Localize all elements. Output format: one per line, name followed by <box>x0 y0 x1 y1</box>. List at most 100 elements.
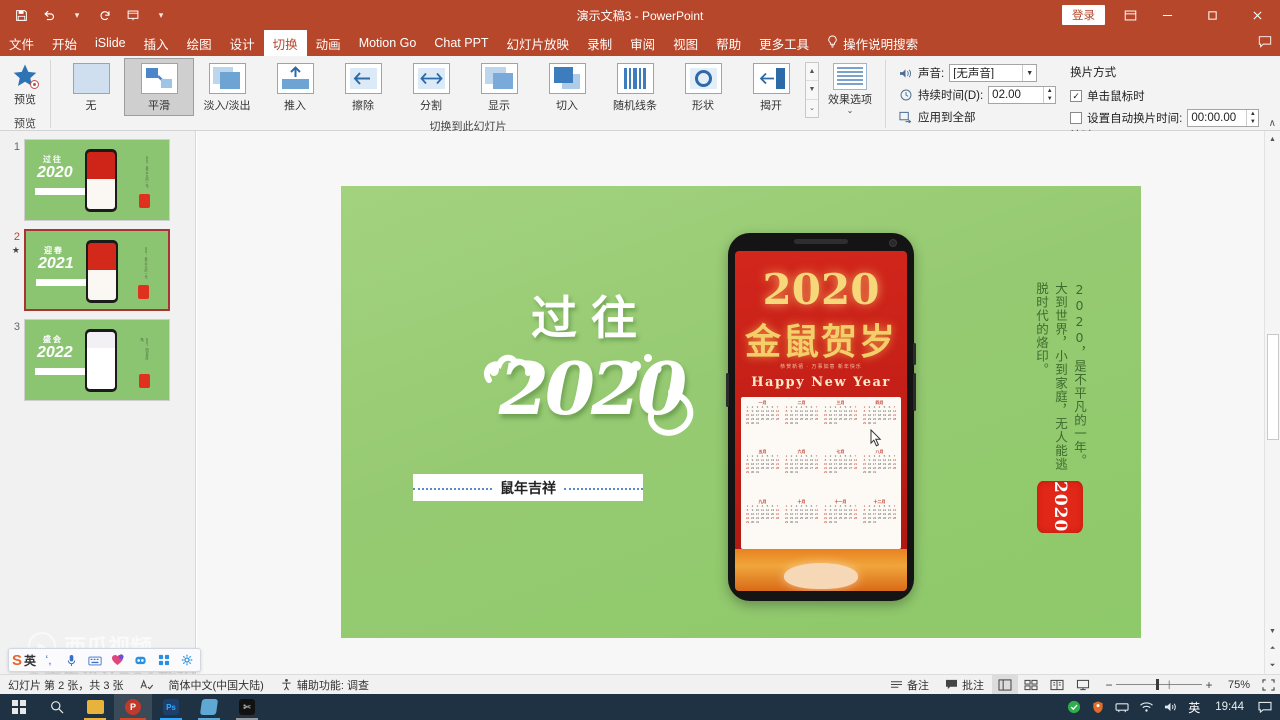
zoom-track[interactable]: | <box>1115 679 1202 690</box>
preview-button[interactable]: 预览 <box>4 59 46 107</box>
tab-more-tools[interactable]: 更多工具 <box>750 30 818 56</box>
apply-to-all-button[interactable]: 应用到全部 <box>898 108 1056 126</box>
taskbar-reader[interactable] <box>190 694 228 720</box>
thumbnail-row[interactable]: 1 过往 2020 2020，是不平凡的一年。 <box>0 131 195 221</box>
advance-after-spinbox[interactable]: ▲▼ <box>1187 109 1260 127</box>
wifi-icon[interactable] <box>1135 694 1157 720</box>
reading-view-button[interactable] <box>1044 675 1070 695</box>
transition-split[interactable]: 分割 <box>397 59 465 115</box>
slide-seal-stamp[interactable]: 2020 <box>1037 481 1083 533</box>
taskbar-photoshop[interactable]: Ps <box>152 694 190 720</box>
tab-view[interactable]: 视图 <box>664 30 707 56</box>
slideshow-view-button[interactable] <box>1070 675 1096 695</box>
scrollbar-thumb[interactable] <box>1266 334 1279 440</box>
tab-slideshow[interactable]: 幻灯片放映 <box>498 30 579 56</box>
windows-start-icon[interactable] <box>0 694 38 720</box>
robot-icon[interactable] <box>130 650 151 670</box>
restore-button[interactable] <box>1190 0 1235 30</box>
taskbar-clock[interactable]: 19:44 <box>1207 701 1252 713</box>
save-icon[interactable] <box>8 3 34 27</box>
keyboard-icon[interactable] <box>84 650 105 670</box>
thumbnail-row[interactable]: 2 ★ 迎春 2021 2021，是不平凡的一年。 <box>0 221 195 311</box>
chevron-down-icon[interactable]: ▼ <box>1022 65 1036 81</box>
tab-animations[interactable]: 动画 <box>307 30 350 56</box>
tab-record[interactable]: 录制 <box>578 30 621 56</box>
tab-help[interactable]: 帮助 <box>707 30 750 56</box>
expression-icon[interactable] <box>107 650 128 670</box>
notification-icon[interactable] <box>1254 694 1276 720</box>
slide-thumbnail-1[interactable]: 过往 2020 2020，是不平凡的一年。 <box>24 139 170 221</box>
transition-fade[interactable]: 淡入/淡出 <box>193 59 261 115</box>
advance-after-spinner[interactable]: ▲ ▼ <box>1246 110 1258 126</box>
scrollbar-track[interactable] <box>1265 148 1280 623</box>
notes-button[interactable]: 备注 <box>882 675 937 695</box>
tab-file[interactable]: 文件 <box>0 30 44 56</box>
on-mouse-click-row[interactable]: ✓ 单击鼠标时 <box>1070 87 1259 105</box>
toolbox-icon[interactable] <box>153 650 174 670</box>
spellcheck-icon[interactable] <box>132 675 161 695</box>
slide-counter[interactable]: 幻灯片 第 2 张，共 3 张 <box>0 675 132 695</box>
advance-after-row[interactable]: 设置自动换片时间: ▲▼ <box>1070 109 1260 127</box>
normal-view-button[interactable] <box>991 674 1018 695</box>
tab-motion-go[interactable]: Motion Go <box>350 30 426 56</box>
gallery-scroll-up-icon[interactable]: ▲ <box>806 63 818 82</box>
undo-dropdown-icon[interactable]: ▾ <box>64 3 90 27</box>
gallery-more-icon[interactable]: ⌄ <box>806 100 818 117</box>
transition-morph[interactable]: 平滑 <box>124 58 194 116</box>
transition-gallery[interactable]: 无 平滑 淡入/淡出 推入 擦除 分割 显示 切入 随机线条 形状 揭开 ▲ ▼… <box>55 58 881 118</box>
taskbar-file-explorer[interactable] <box>76 694 114 720</box>
slide-thumbnail-2[interactable]: 迎春 2021 2021，是不平凡的一年。 <box>24 229 170 311</box>
sound-value[interactable] <box>950 67 1023 79</box>
slide-sorter-view-button[interactable] <box>1018 675 1044 695</box>
current-slide[interactable]: 过往 2020 鼠年吉祥 2020 金鼠贺岁 恭贺新禧 · 万事如意 新年快乐 … <box>341 186 1141 638</box>
phone-mockup[interactable]: 2020 金鼠贺岁 恭贺新禧 · 万事如意 新年快乐 Happy New Yea… <box>726 233 916 601</box>
transition-reveal[interactable]: 显示 <box>465 59 533 115</box>
tab-draw[interactable]: 绘图 <box>178 30 221 56</box>
collapse-ribbon-icon[interactable]: ∧ <box>1269 118 1276 129</box>
start-slideshow-icon[interactable] <box>120 3 146 27</box>
tab-review[interactable]: 审阅 <box>621 30 664 56</box>
transition-none[interactable]: 无 <box>57 59 125 115</box>
thumbnail-row[interactable]: 3 盛会 2022 2022，回望来时路。 <box>0 311 195 401</box>
chevron-down-icon[interactable]: ⌄ <box>847 107 854 115</box>
sogou-logo-icon[interactable]: S <box>12 652 22 669</box>
ime-toolbar[interactable]: S 英 ʻ, <box>8 648 202 672</box>
tell-me-search[interactable]: 操作说明搜索 <box>818 30 927 56</box>
accessibility-status[interactable]: 辅助功能: 调查 <box>272 675 377 695</box>
duration-spinner[interactable]: ▲ ▼ <box>1043 87 1055 103</box>
transition-push[interactable]: 推入 <box>261 59 329 115</box>
transition-cut[interactable]: 切入 <box>533 59 601 115</box>
transition-shape[interactable]: 形状 <box>669 59 737 115</box>
duration-spinbox[interactable]: ▲▼ <box>988 86 1057 104</box>
ime-mode-toggle[interactable]: 英 <box>24 652 36 669</box>
sign-in-button[interactable]: 登录 <box>1062 5 1105 25</box>
wish-banner[interactable]: 鼠年吉祥 <box>413 474 643 501</box>
transition-uncover[interactable]: 揭开 <box>737 59 805 115</box>
previous-slide-icon[interactable]: ⏶ <box>1265 640 1280 657</box>
slide-vertical-text[interactable]: 2020，是不平凡的一年。大到世界，小到家庭，无人能逃脱时代的烙印。 <box>1032 282 1089 472</box>
slide-thumbnail-3[interactable]: 盛会 2022 2022，回望来时路。 <box>24 319 170 401</box>
scroll-up-icon[interactable]: ▲ <box>1265 131 1280 148</box>
advance-after-checkbox[interactable] <box>1070 112 1083 124</box>
zoom-handle[interactable] <box>1155 679 1159 690</box>
minimize-button[interactable] <box>1145 0 1190 30</box>
zoom-in-button[interactable]: + <box>1202 678 1216 692</box>
slide-thumbnail-panel[interactable]: 1 过往 2020 2020，是不平凡的一年。 2 ★ 迎春 2021 2021… <box>0 131 196 674</box>
next-slide-icon[interactable]: ⏷ <box>1265 657 1280 674</box>
voice-punctuation-icon[interactable]: ʻ, <box>38 650 59 670</box>
tab-insert[interactable]: 插入 <box>135 30 178 56</box>
transition-random-bars[interactable]: 随机线条 <box>601 59 669 115</box>
slide-year-graphic[interactable]: 2020 <box>451 346 731 431</box>
tab-home[interactable]: 开始 <box>43 30 86 56</box>
taskbar-powerpoint[interactable]: P <box>114 694 152 720</box>
scroll-down-icon[interactable]: ▼ <box>1265 623 1280 640</box>
transition-star-icon[interactable]: ★ <box>6 244 20 257</box>
zoom-level[interactable]: 75% <box>1222 679 1256 691</box>
green-shield-icon[interactable] <box>1063 694 1085 720</box>
settings-icon[interactable] <box>176 650 197 670</box>
ribbon-display-options-icon[interactable] <box>1115 0 1145 30</box>
on-mouse-click-checkbox[interactable]: ✓ <box>1070 90 1083 102</box>
volume-icon[interactable] <box>1159 694 1181 720</box>
transition-wipe[interactable]: 擦除 <box>329 59 397 115</box>
slide-heading[interactable]: 过往 <box>471 282 711 348</box>
